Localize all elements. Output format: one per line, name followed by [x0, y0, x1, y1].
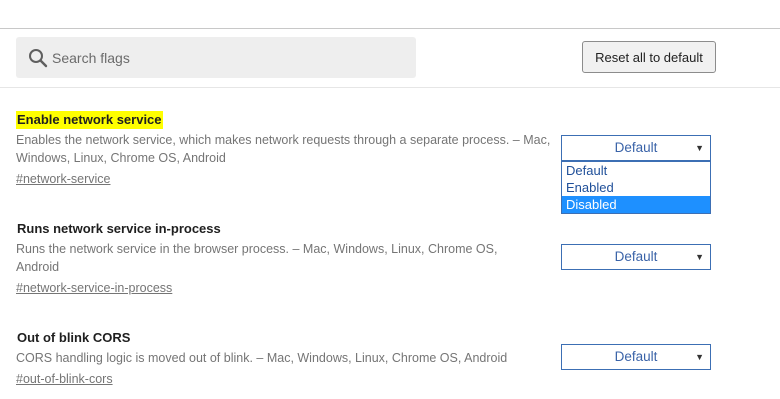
chevron-down-icon: ▼: [695, 352, 704, 362]
dropdown-option-disabled[interactable]: Disabled: [562, 196, 710, 213]
flags-header: Reset all to default: [0, 29, 780, 88]
flag-select-out-of-blink-cors[interactable]: Default ▼: [561, 344, 711, 370]
flag-permalink[interactable]: #network-service: [16, 170, 110, 188]
flag-title: Out of blink CORS: [17, 330, 131, 345]
search-input[interactable]: [52, 37, 402, 78]
chevron-down-icon: ▼: [695, 143, 704, 153]
select-value: Default: [614, 249, 658, 264]
flag-permalink[interactable]: #out-of-blink-cors: [16, 370, 113, 388]
select-value: Default: [614, 349, 658, 364]
flag-permalink[interactable]: #network-service-in-process: [16, 279, 172, 297]
flag-select-network-service[interactable]: Default ▼: [561, 135, 711, 161]
flag-select-network-service-in-process[interactable]: Default ▼: [561, 244, 711, 270]
reset-all-button[interactable]: Reset all to default: [582, 41, 716, 73]
search-icon: [29, 49, 48, 68]
chevron-down-icon: ▼: [695, 252, 704, 262]
flag-title: Runs network service in-process: [17, 221, 221, 236]
flag-description: Enables the network service, which makes…: [16, 133, 551, 165]
flag-network-service: Enable network service Enables the netwo…: [16, 111, 556, 188]
dropdown-option-default[interactable]: Default: [562, 162, 710, 179]
flag-description: CORS handling logic is moved out of blin…: [16, 351, 508, 365]
flag-description: Runs the network service in the browser …: [16, 242, 498, 274]
flag-out-of-blink-cors: Out of blink CORS CORS handling logic is…: [16, 329, 556, 388]
select-value: Default: [614, 140, 658, 155]
dropdown-option-enabled[interactable]: Enabled: [562, 179, 710, 196]
flag-network-service-in-process: Runs network service in-process Runs the…: [16, 220, 556, 297]
flag-title: Enable network service: [16, 111, 163, 129]
search-box[interactable]: [16, 37, 416, 78]
select-dropdown-list: Default Enabled Disabled: [561, 161, 711, 214]
